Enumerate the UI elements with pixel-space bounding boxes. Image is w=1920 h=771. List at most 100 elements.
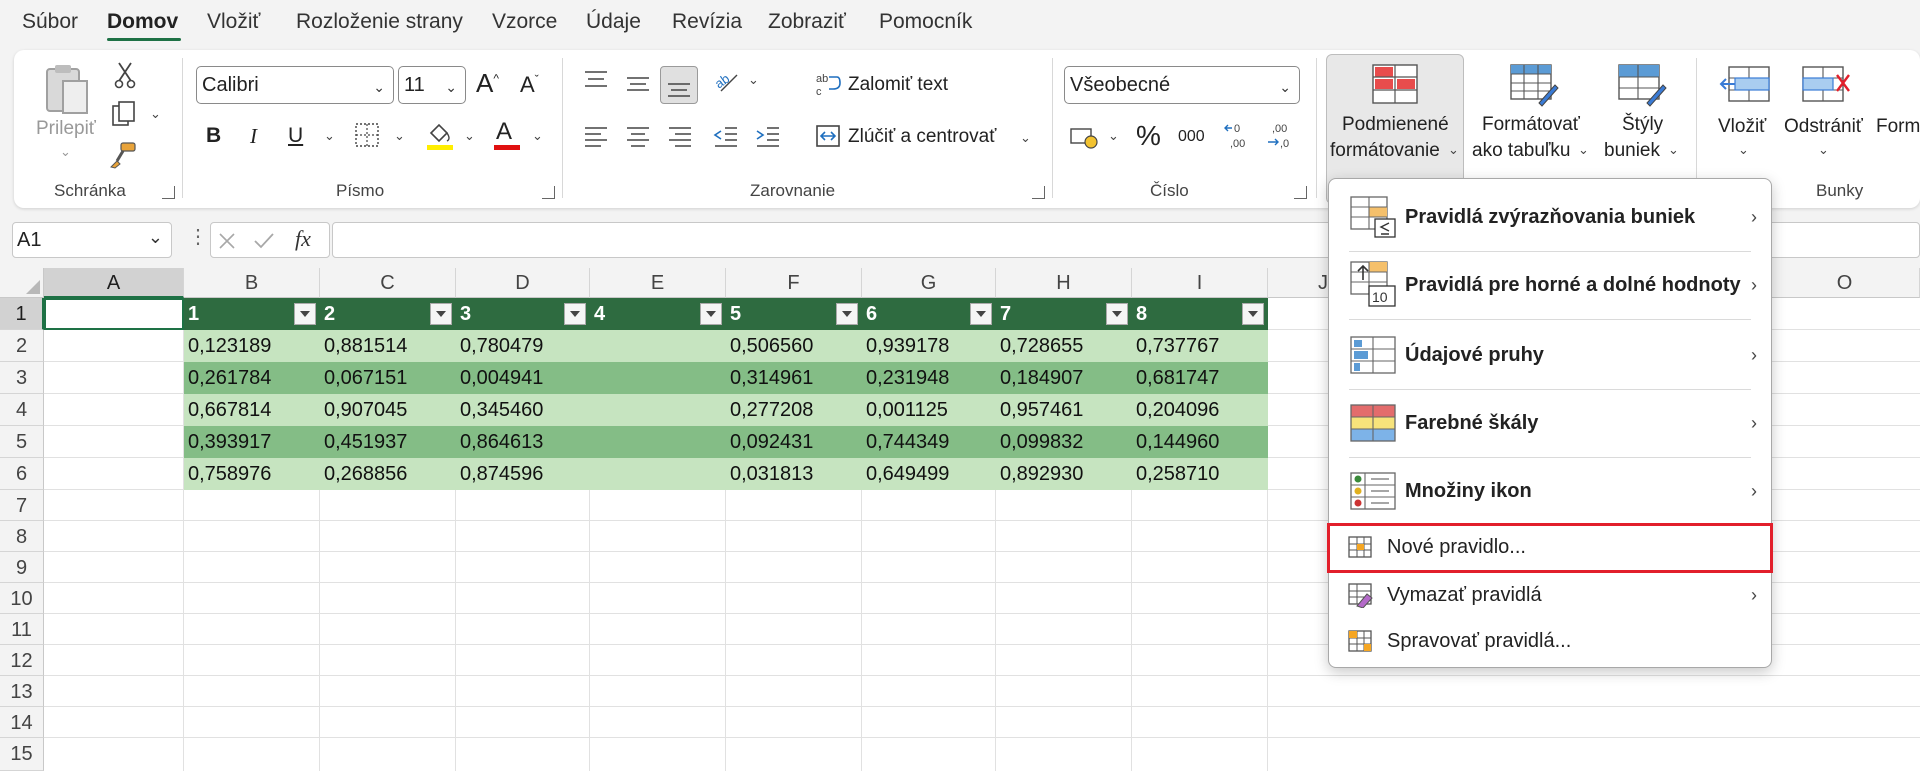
grow-font-button[interactable]: A^: [476, 68, 499, 99]
merge-center-icon[interactable]: [814, 122, 842, 150]
table-header-cell[interactable]: 4: [590, 298, 726, 330]
menu-item-icon-sets[interactable]: Množiny ikon ›: [1329, 459, 1771, 523]
table-cell[interactable]: 0,649499: [862, 458, 996, 490]
filter-dropdown-icon[interactable]: [564, 303, 586, 325]
row-header-7[interactable]: 7: [0, 490, 44, 521]
table-cell[interactable]: [590, 394, 726, 426]
table-cell[interactable]: 0,780479: [456, 330, 590, 362]
table-cell[interactable]: 0,864613: [456, 426, 590, 458]
merge-center-button[interactable]: Zlúčiť a centrovať: [848, 126, 996, 148]
filter-dropdown-icon[interactable]: [700, 303, 722, 325]
font-launcher-icon[interactable]: [542, 186, 555, 199]
table-cell[interactable]: 0,728655: [996, 330, 1132, 362]
table-header-cell[interactable]: 5: [726, 298, 862, 330]
insert-cells-icon[interactable]: [1718, 62, 1772, 106]
tab-page-layout[interactable]: Rozloženie strany: [296, 10, 463, 34]
wrap-text-icon[interactable]: ab c: [814, 70, 842, 98]
table-cell[interactable]: 0,681747: [1132, 362, 1268, 394]
align-left-icon[interactable]: [582, 122, 610, 150]
row-header-6[interactable]: 6: [0, 458, 44, 490]
fill-color-icon[interactable]: [424, 118, 456, 152]
clipboard-launcher-icon[interactable]: [162, 186, 175, 199]
column-header-g[interactable]: G: [862, 268, 996, 298]
table-cell[interactable]: 0,758976: [184, 458, 320, 490]
format-as-table-line1[interactable]: Formátovať: [1482, 114, 1580, 136]
table-header-cell[interactable]: 3: [456, 298, 590, 330]
table-cell[interactable]: 0,506560: [726, 330, 862, 362]
table-cell[interactable]: 0,261784: [184, 362, 320, 394]
table-cell[interactable]: 0,881514: [320, 330, 456, 362]
column-header-h[interactable]: H: [996, 268, 1132, 298]
table-header-cell[interactable]: 1: [184, 298, 320, 330]
table-cell[interactable]: 0,204096: [1132, 394, 1268, 426]
row-header-14[interactable]: 14: [0, 707, 44, 738]
table-cell[interactable]: 0,067151: [320, 362, 456, 394]
menu-item-clear-rules[interactable]: Vymazať pravidlá ›: [1329, 573, 1771, 617]
column-header-c[interactable]: C: [320, 268, 456, 298]
table-cell[interactable]: 0,345460: [456, 394, 590, 426]
table-cell[interactable]: 0,393917: [184, 426, 320, 458]
row-header-2[interactable]: 2: [0, 330, 44, 362]
bold-button[interactable]: B: [206, 124, 221, 148]
table-cell[interactable]: 0,231948: [862, 362, 996, 394]
filter-dropdown-icon[interactable]: [970, 303, 992, 325]
align-top-icon[interactable]: [582, 66, 610, 94]
table-header-cell[interactable]: 8: [1132, 298, 1268, 330]
table-header-cell[interactable]: 7: [996, 298, 1132, 330]
name-box[interactable]: A1 ⌄: [12, 222, 172, 258]
format-painter-icon[interactable]: [108, 140, 138, 170]
shrink-font-button[interactable]: Aˇ: [520, 72, 539, 98]
format-cells-icon[interactable]: [1900, 62, 1920, 106]
column-header-b[interactable]: B: [184, 268, 320, 298]
cut-icon[interactable]: [112, 60, 138, 90]
table-cell[interactable]: 0,892930: [996, 458, 1132, 490]
row-header-3[interactable]: 3: [0, 362, 44, 394]
insert-cells-button[interactable]: Vložiť: [1718, 116, 1766, 138]
align-middle-icon[interactable]: [624, 70, 652, 98]
table-cell[interactable]: 0,667814: [184, 394, 320, 426]
row-header-4[interactable]: 4: [0, 394, 44, 426]
font-color-chevron-icon[interactable]: ⌄: [532, 128, 543, 144]
table-cell[interactable]: 0,957461: [996, 394, 1132, 426]
column-header-e[interactable]: E: [590, 268, 726, 298]
row-header-1[interactable]: 1: [0, 298, 44, 330]
table-cell[interactable]: [590, 426, 726, 458]
table-cell[interactable]: 0,939178: [862, 330, 996, 362]
number-launcher-icon[interactable]: [1294, 186, 1307, 199]
table-cell[interactable]: 0,144960: [1132, 426, 1268, 458]
table-cell[interactable]: 0,874596: [456, 458, 590, 490]
table-cell[interactable]: 0,099832: [996, 426, 1132, 458]
table-header-cell[interactable]: 2: [320, 298, 456, 330]
decrease-indent-icon[interactable]: [712, 122, 740, 150]
table-cell[interactable]: 0,277208: [726, 394, 862, 426]
select-all-corner[interactable]: [0, 268, 44, 298]
filter-dropdown-icon[interactable]: [1242, 303, 1264, 325]
borders-icon[interactable]: [352, 120, 382, 150]
tab-home[interactable]: Domov: [107, 10, 178, 34]
fill-color-chevron-icon[interactable]: ⌄: [464, 128, 475, 144]
paste-chevron-icon[interactable]: ⌄: [60, 144, 71, 160]
row-header-5[interactable]: 5: [0, 426, 44, 458]
format-cells-button[interactable]: Form: [1876, 116, 1920, 138]
accounting-chevron-icon[interactable]: ⌄: [1108, 128, 1119, 144]
table-cell[interactable]: 0,451937: [320, 426, 456, 458]
table-cell[interactable]: 0,004941: [456, 362, 590, 394]
accounting-format-icon[interactable]: [1068, 122, 1100, 152]
row-header-9[interactable]: 9: [0, 552, 44, 583]
row-header-10[interactable]: 10: [0, 583, 44, 614]
underline-chevron-icon[interactable]: ⌄: [324, 128, 335, 144]
tab-formulas[interactable]: Vzorce: [492, 10, 557, 34]
tab-insert[interactable]: Vložiť: [207, 10, 260, 34]
table-cell[interactable]: 0,001125: [862, 394, 996, 426]
tab-view[interactable]: Zobraziť: [768, 10, 846, 34]
cell-styles-line1[interactable]: Štýly: [1622, 114, 1663, 136]
table-cell[interactable]: 0,092431: [726, 426, 862, 458]
font-name-dropdown[interactable]: Calibri ⌄: [196, 66, 394, 104]
column-header-f[interactable]: F: [726, 268, 862, 298]
cancel-icon[interactable]: [217, 231, 237, 251]
wrap-text-button[interactable]: Zalomiť text: [848, 74, 948, 96]
column-header-o[interactable]: O: [1770, 268, 1920, 298]
copy-chevron-icon[interactable]: ⌄: [150, 106, 161, 122]
paste-icon[interactable]: [42, 62, 92, 118]
filter-dropdown-icon[interactable]: [294, 303, 316, 325]
